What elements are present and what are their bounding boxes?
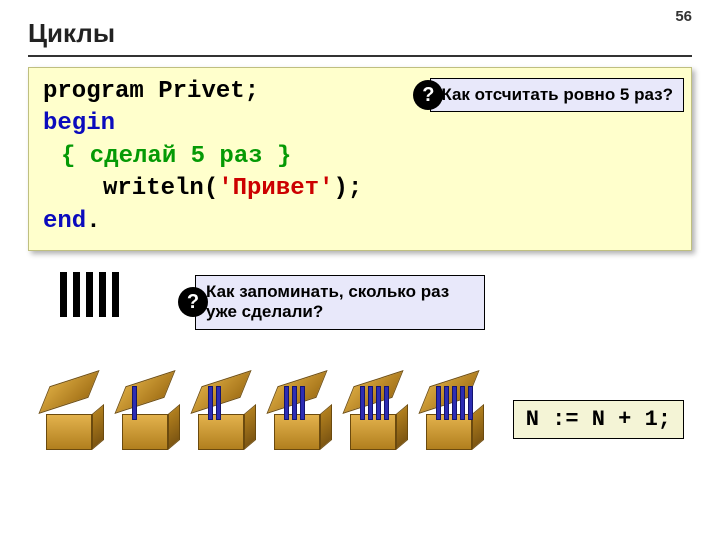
tally-mark [112, 272, 119, 317]
box-lid [38, 370, 99, 414]
counter-box [266, 380, 328, 450]
code-line-4: writeln('Привет'); [43, 173, 677, 205]
code-line-2: begin [43, 108, 677, 140]
increment-formula: N := N + 1; [513, 400, 684, 439]
stick [292, 386, 297, 420]
title-rule [28, 55, 692, 57]
counter-box [38, 380, 100, 450]
box-sticks [132, 386, 137, 420]
stick [376, 386, 381, 420]
code-close: ); [333, 175, 362, 202]
tally-mark [86, 272, 93, 317]
box-sticks [284, 386, 305, 420]
code-line-5: end. [43, 206, 677, 238]
code-dot: . [86, 208, 100, 235]
callout-remember: ? Как запоминать, сколько раз уже сделал… [195, 275, 485, 330]
counter-box [190, 380, 252, 450]
code-line-3-comment: { сделай 5 раз } [43, 141, 677, 173]
box-front [46, 414, 92, 450]
stick [444, 386, 449, 420]
box-side [396, 404, 408, 450]
box-sticks [436, 386, 473, 420]
stick [360, 386, 365, 420]
stick [216, 386, 221, 420]
box-lid [190, 370, 251, 414]
box-front [198, 414, 244, 450]
callout-count-5: ? Как отсчитать ровно 5 раз? [430, 78, 684, 112]
callout-1-text: Как отсчитать ровно 5 раз? [441, 85, 673, 104]
stick [208, 386, 213, 420]
page-number: 56 [675, 8, 692, 25]
stick [368, 386, 373, 420]
code-string: 'Привет' [218, 175, 333, 202]
box-sticks [208, 386, 221, 420]
stick [300, 386, 305, 420]
tally-marks [60, 272, 119, 317]
stick [452, 386, 457, 420]
box-side [244, 404, 256, 450]
stick [132, 386, 137, 420]
stick [436, 386, 441, 420]
slide-title: Циклы [28, 18, 692, 49]
box-front [122, 414, 168, 450]
code-progname: Privet; [144, 78, 259, 105]
code-writeln: writeln( [103, 175, 218, 202]
tally-mark [73, 272, 80, 317]
box-sticks [360, 386, 389, 420]
counter-box [342, 380, 404, 450]
counter-box [114, 380, 176, 450]
box-side [168, 404, 180, 450]
kw-program: program [43, 78, 144, 105]
box-side [472, 404, 484, 450]
box-side [92, 404, 104, 450]
stick [384, 386, 389, 420]
tally-mark [60, 272, 67, 317]
tally-mark [99, 272, 106, 317]
callout-2-text: Как запоминать, сколько раз уже сделали? [206, 282, 449, 321]
question-icon: ? [413, 80, 443, 110]
boxes-row [38, 380, 480, 450]
box-lid [114, 370, 175, 414]
box-side [320, 404, 332, 450]
stick [468, 386, 473, 420]
stick [284, 386, 289, 420]
question-icon: ? [178, 287, 208, 317]
stick [460, 386, 465, 420]
counter-box [418, 380, 480, 450]
kw-end: end [43, 208, 86, 235]
